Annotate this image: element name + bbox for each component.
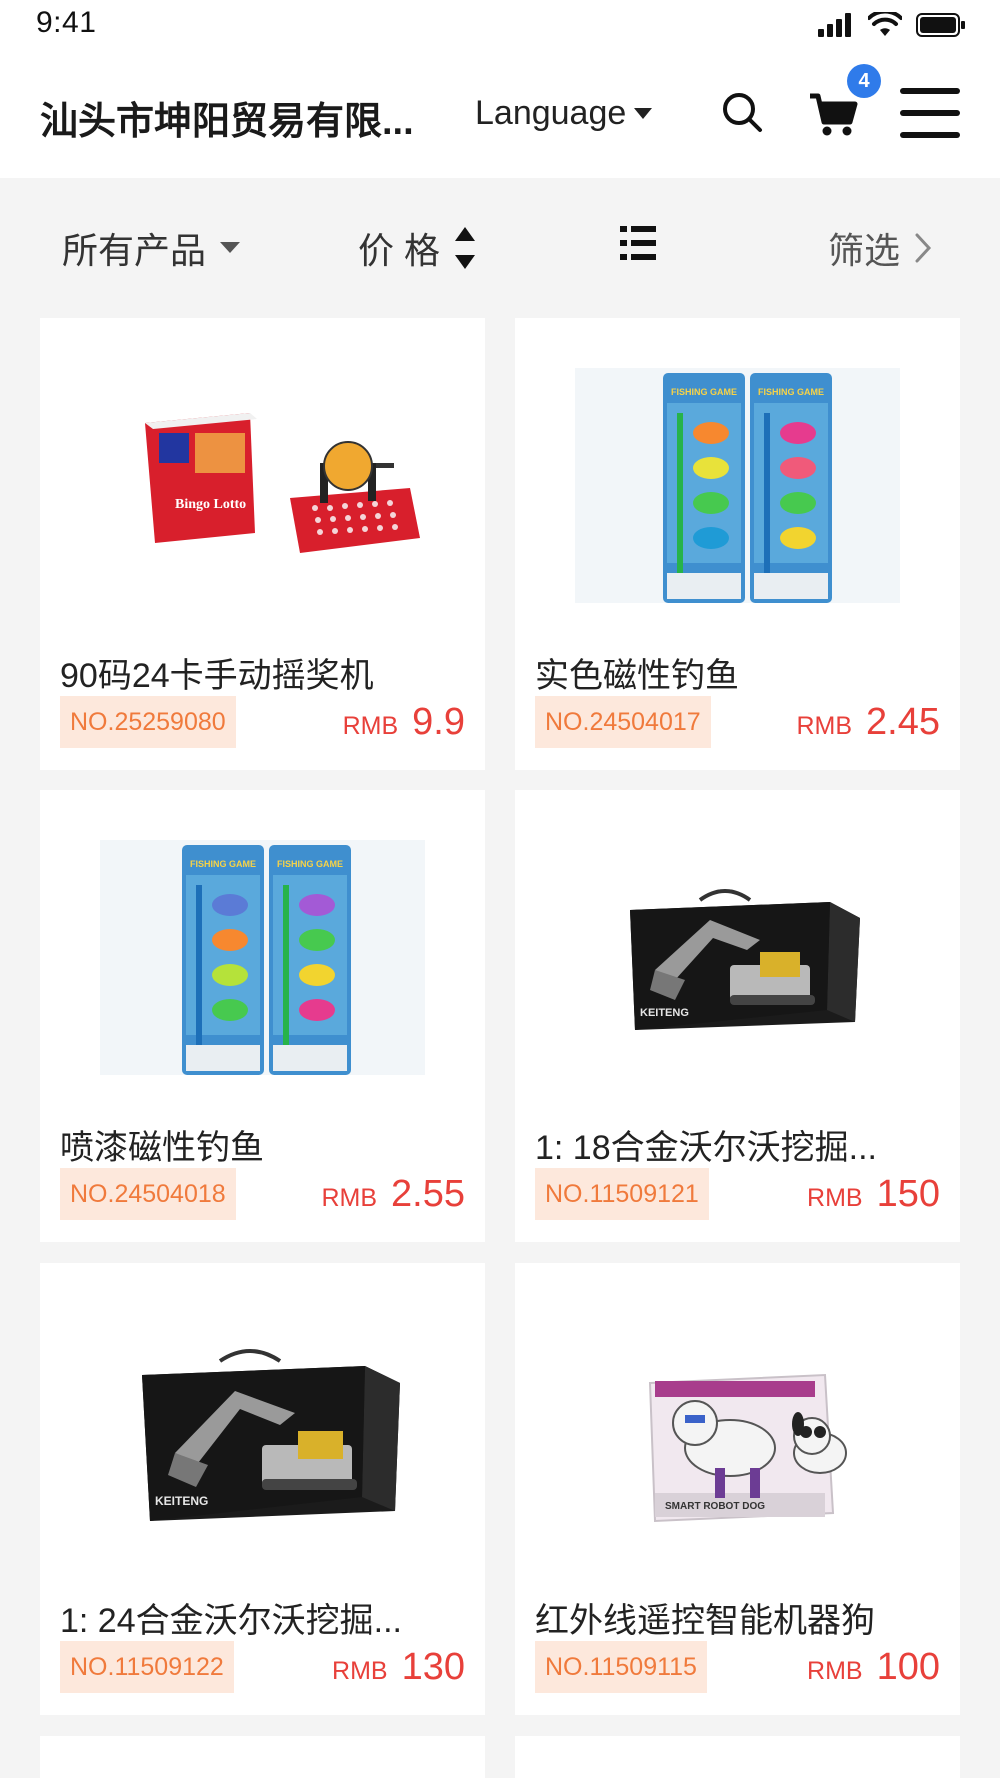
product-card[interactable]: Bingo Lotto 90码24卡手动摇奖机 NO.25259080 RMB …	[40, 318, 485, 770]
search-icon[interactable]	[720, 90, 764, 134]
product-title: 喷漆磁性钓鱼	[60, 1129, 264, 1167]
price-currency: RMB	[807, 1657, 863, 1685]
price-value: 9.9	[412, 701, 465, 743]
chevron-right-icon	[915, 233, 932, 263]
price-currency: RMB	[332, 1657, 388, 1685]
product-sku: NO.24504018	[60, 1168, 236, 1220]
menu-button[interactable]	[900, 88, 962, 140]
product-image-fishing-solid: FISHING GAME FISHING GAME	[575, 368, 900, 603]
product-image-fishing-sprayed: FISHING GAME FISHING GAME	[100, 840, 425, 1075]
sort-arrows-icon	[455, 227, 476, 269]
product-card[interactable]	[515, 1736, 960, 1778]
shop-name[interactable]: 汕头市坤阳贸易有限...	[40, 90, 440, 145]
excavator-brand-text: KEITENG	[155, 1494, 208, 1508]
product-card[interactable]: KEITENG 1: 18合金沃尔沃挖掘... NO.11509121 RMB …	[515, 790, 960, 1242]
cart-icon[interactable]	[808, 92, 858, 138]
price-value: 100	[876, 1646, 940, 1688]
list-view-icon[interactable]	[620, 226, 656, 260]
battery-icon	[916, 13, 965, 37]
language-dropdown[interactable]: Language	[475, 94, 653, 133]
price-value: 2.55	[391, 1173, 465, 1215]
excavator-brand-text: KEITENG	[640, 1007, 689, 1019]
caret-down-icon	[634, 107, 653, 119]
price-value: 150	[876, 1173, 940, 1215]
price-value: 130	[401, 1646, 465, 1688]
product-sku: NO.11509122	[60, 1641, 234, 1693]
product-sku: NO.11509115	[535, 1641, 707, 1693]
bingo-box-text: Bingo Lotto	[175, 497, 246, 512]
status-bar: 9:41	[0, 0, 1000, 52]
caret-down-icon	[220, 242, 241, 253]
wifi-icon	[868, 12, 902, 36]
product-card[interactable]: FISHING GAME FISHING GAME 实色磁性钓鱼 NO.2450…	[515, 318, 960, 770]
all-products-dropdown[interactable]: 所有产品	[62, 222, 241, 274]
product-title: 红外线遥控智能机器狗	[535, 1602, 875, 1640]
product-title: 1: 18合金沃尔沃挖掘...	[535, 1129, 877, 1167]
price-currency: RMB	[321, 1184, 378, 1212]
fishing-brand-text: FISHING GAME	[671, 387, 737, 397]
product-price: RMB 150	[807, 1168, 940, 1220]
signal-icon	[818, 13, 851, 37]
product-title: 实色磁性钓鱼	[535, 657, 739, 695]
product-card[interactable]: SMART ROBOT DOG 红外线遥控智能机器狗 NO.11509115 R…	[515, 1263, 960, 1715]
product-title: 1: 24合金沃尔沃挖掘...	[60, 1602, 402, 1640]
price-currency: RMB	[796, 712, 853, 740]
hamburger-line-icon	[900, 88, 960, 94]
filter-button[interactable]: 筛选	[828, 222, 932, 274]
product-image-excavator-1-18: KEITENG	[630, 889, 860, 1030]
product-card[interactable]: KEITENG 1: 24合金沃尔沃挖掘... NO.11509122 RMB …	[40, 1263, 485, 1715]
hamburger-line-icon	[900, 132, 960, 138]
header: 汕头市坤阳贸易有限... Language 4	[0, 52, 1000, 178]
language-label: Language	[475, 94, 627, 132]
fishing-brand-text: FISHING GAME	[758, 387, 824, 397]
status-icons	[818, 12, 966, 38]
product-sku: NO.24504017	[535, 696, 711, 748]
product-image-excavator-1-24: KEITENG	[142, 1349, 400, 1521]
product-sku: NO.11509121	[535, 1168, 709, 1220]
fishing-brand-text: FISHING GAME	[190, 859, 256, 869]
product-card[interactable]	[40, 1736, 485, 1778]
fishing-brand-text: FISHING GAME	[277, 859, 343, 869]
cart-count-badge: 4	[847, 64, 881, 98]
status-time: 9:41	[36, 6, 97, 39]
product-title: 90码24卡手动摇奖机	[60, 657, 374, 695]
robot-dog-brand-text: SMART ROBOT DOG	[665, 1501, 765, 1512]
price-sort-label: 价 格	[358, 230, 441, 271]
all-products-label: 所有产品	[62, 230, 207, 271]
price-currency: RMB	[342, 712, 399, 740]
filter-bar: 所有产品 价 格 筛选	[0, 178, 1000, 312]
product-card[interactable]: FISHING GAME FISHING GAME 喷漆磁性钓鱼 NO.2450…	[40, 790, 485, 1242]
product-price: RMB 2.55	[321, 1168, 465, 1220]
product-image-robot-dog: SMART ROBOT DOG	[648, 1373, 847, 1523]
filter-label: 筛选	[828, 230, 901, 271]
product-price: RMB 100	[807, 1641, 940, 1693]
product-sku: NO.25259080	[60, 696, 236, 748]
product-price: RMB 130	[332, 1641, 465, 1693]
product-price: RMB 2.45	[796, 696, 940, 748]
product-price: RMB 9.9	[343, 696, 465, 748]
product-image-bingo: Bingo Lotto	[145, 413, 420, 553]
price-value: 2.45	[866, 701, 940, 743]
hamburger-line-icon	[900, 110, 960, 116]
price-sort[interactable]: 价 格	[358, 222, 476, 274]
price-currency: RMB	[807, 1184, 863, 1212]
